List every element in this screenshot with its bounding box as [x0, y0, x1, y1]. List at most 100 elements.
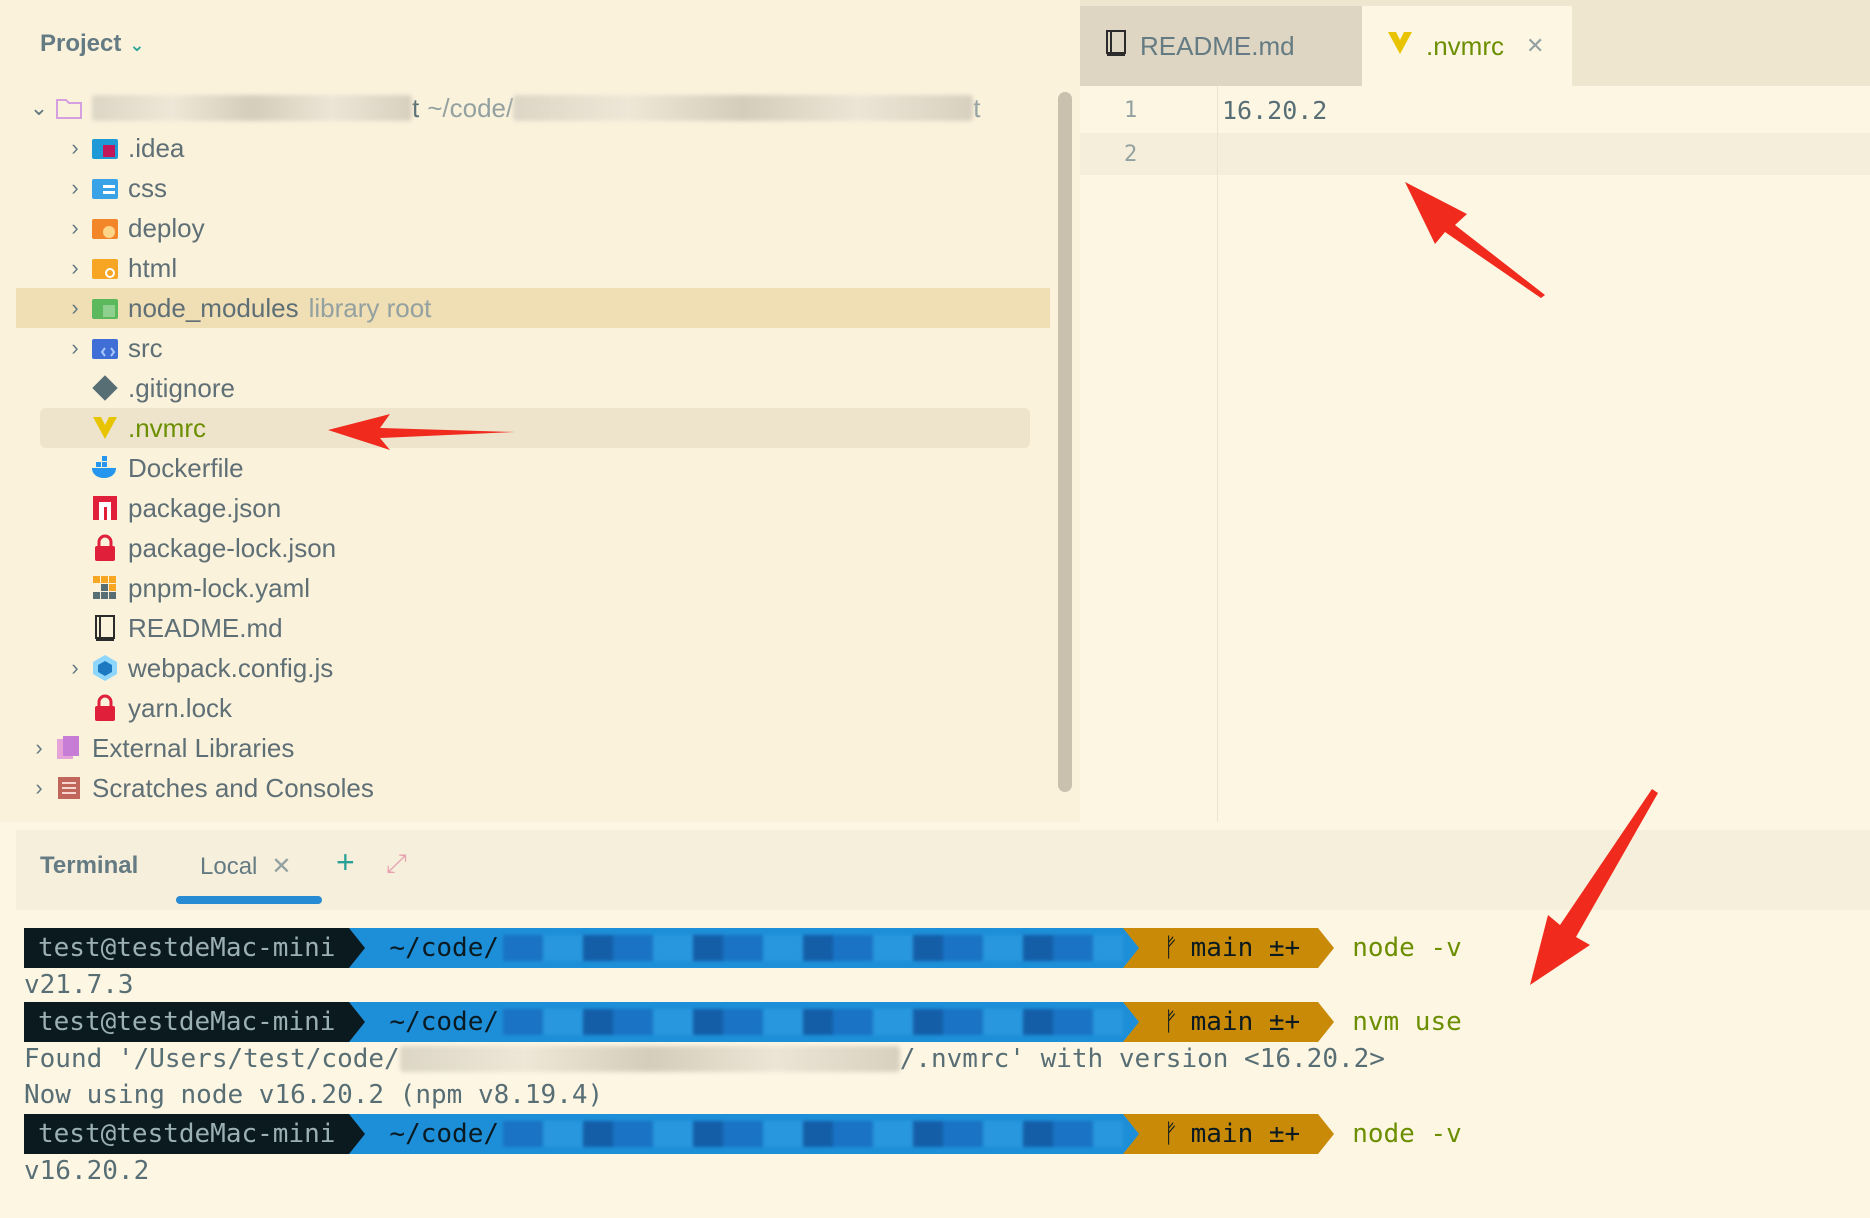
terminal-tab-local[interactable]: Local ✕: [200, 852, 291, 881]
tree-root[interactable]: ⌄ t ~/code/ t: [24, 88, 981, 128]
item-label: src: [128, 332, 163, 363]
item-label: package-lock.json: [128, 532, 337, 563]
tree-item-readme[interactable]: README.md: [90, 608, 283, 648]
project-header[interactable]: Project ⌄: [40, 30, 144, 58]
expand-icon[interactable]: ⤢: [386, 848, 407, 880]
item-label: Scratches and Consoles: [92, 772, 374, 803]
tree-item-pnpm-lock[interactable]: pnpm-lock.yaml: [90, 568, 310, 608]
path-text: ~/code/: [389, 1007, 499, 1037]
command-text: nvm use: [1352, 1007, 1462, 1037]
chevron-right-icon[interactable]: ›: [60, 655, 90, 681]
chevron-right-icon[interactable]: ›: [24, 735, 54, 761]
tree-scrollbar[interactable]: [1058, 92, 1072, 792]
terminal-prompt: test@testdeMac-mini ~/code/ ᚠ main ±+ nvm…: [24, 1002, 1462, 1042]
chevron-right-icon[interactable]: ›: [60, 175, 90, 201]
branch-text: main ±+: [1190, 933, 1301, 963]
tree-item-dockerfile[interactable]: Dockerfile: [90, 448, 244, 488]
docker-icon: [90, 453, 120, 483]
prompt-separator: [1318, 928, 1335, 968]
library-icon: [54, 733, 84, 763]
chevron-right-icon[interactable]: ›: [60, 215, 90, 241]
library-root-hint: library root: [308, 292, 432, 323]
tree-item-deploy[interactable]: › deploy: [60, 208, 205, 248]
tab-nvmrc[interactable]: .nvmrc ✕: [1362, 6, 1572, 86]
chevron-down-icon[interactable]: ⌄: [24, 95, 54, 121]
output-text: Found '/Users/test/code/: [24, 1044, 400, 1074]
npm-icon: [90, 493, 120, 523]
redacted-name: [92, 95, 412, 121]
tree-scratches[interactable]: › Scratches and Consoles: [24, 768, 374, 808]
path-text: ~/code/: [389, 933, 499, 963]
vue-icon: [1386, 30, 1414, 63]
root-tail: t: [412, 92, 420, 123]
root-path: ~/code/: [427, 92, 514, 123]
src-folder-icon: [90, 333, 120, 363]
terminal-output: v16.20.2: [24, 1156, 150, 1186]
item-label: deploy: [128, 212, 205, 243]
item-label: css: [128, 172, 167, 203]
idea-folder-icon: [90, 133, 120, 163]
chevron-right-icon[interactable]: ›: [60, 295, 90, 321]
tree-item-src[interactable]: › src: [60, 328, 163, 368]
terminal-prompt: test@testdeMac-mini ~/code/ ᚠ main ±+ nod…: [24, 928, 1462, 968]
item-label: package.json: [128, 492, 282, 523]
line-gutter: [1080, 86, 1218, 822]
tab-readme[interactable]: README.md: [1080, 6, 1362, 86]
chevron-right-icon[interactable]: ›: [24, 775, 54, 801]
tab-label: Local: [200, 853, 258, 880]
line-number: 2: [1124, 142, 1138, 167]
git-branch-icon: ᚠ: [1163, 933, 1179, 963]
tree-item-yarn-lock[interactable]: yarn.lock: [90, 688, 232, 728]
close-icon[interactable]: ✕: [1526, 33, 1544, 59]
item-label: yarn.lock: [128, 692, 233, 723]
chevron-right-icon[interactable]: ›: [60, 255, 90, 281]
tab-label: .nvmrc: [1426, 30, 1504, 61]
item-label: node_modules: [128, 292, 299, 323]
terminal-prompt: test@testdeMac-mini ~/code/ ᚠ main ±+ nod…: [24, 1114, 1462, 1154]
annotation-arrow-icon: [1530, 789, 1658, 985]
tree-item-html[interactable]: › html: [60, 248, 177, 288]
tree-item-nvmrc[interactable]: .nvmrc: [40, 408, 1030, 448]
editor-panel: README.md .nvmrc ✕ 1 2 16.20.2: [1080, 0, 1870, 822]
chevron-down-icon[interactable]: ⌄: [129, 35, 144, 55]
annotation-arrow-icon: [1405, 182, 1545, 298]
folder-icon: [54, 93, 84, 123]
tree-item-webpack[interactable]: › webpack.config.js: [60, 648, 333, 688]
prompt-separator: [349, 1002, 366, 1042]
redacted-path: [513, 95, 974, 121]
html-folder-icon: [90, 253, 120, 283]
chevron-right-icon[interactable]: ›: [60, 335, 90, 361]
terminal-output: v21.7.3: [24, 970, 134, 1000]
tree-item-gitignore[interactable]: .gitignore: [90, 368, 235, 408]
tree-external-libraries[interactable]: › External Libraries: [24, 728, 294, 768]
book-icon: [90, 613, 120, 643]
git-branch-icon: ᚠ: [1163, 1119, 1179, 1149]
item-label: webpack.config.js: [128, 652, 334, 683]
prompt-separator: [1123, 1114, 1139, 1154]
tab-label: README.md: [1140, 30, 1295, 61]
tree-item-package-json[interactable]: package.json: [90, 488, 281, 528]
prompt-separator: [349, 928, 366, 968]
close-icon[interactable]: ✕: [271, 853, 291, 880]
tree-item-package-lock[interactable]: package-lock.json: [90, 528, 336, 568]
redacted-path: [399, 1046, 900, 1072]
prompt-separator: [349, 1114, 366, 1154]
root-path-tail: t: [973, 92, 981, 123]
item-label: Dockerfile: [128, 452, 244, 483]
node-folder-icon: [90, 293, 120, 323]
add-tab-icon[interactable]: +: [336, 844, 355, 881]
prompt-separator: [1123, 928, 1139, 968]
prompt-path: ~/code/: [365, 1002, 1123, 1042]
redacted-path: [503, 935, 1123, 961]
tree-item-css[interactable]: › css: [60, 168, 167, 208]
prompt-separator: [1318, 1002, 1335, 1042]
terminal-output: Found '/Users/test/code/ /.nvmrc' with ve…: [24, 1044, 1385, 1074]
redacted-path: [503, 1121, 1123, 1147]
deploy-folder-icon: [90, 213, 120, 243]
chevron-right-icon[interactable]: ›: [60, 135, 90, 161]
book-icon: [1104, 29, 1128, 64]
tree-item-idea[interactable]: › .idea: [60, 128, 184, 168]
tree-item-node-modules[interactable]: › node_modules library root: [16, 288, 1050, 328]
code-line[interactable]: 16.20.2: [1222, 96, 1327, 125]
terminal-title: Terminal: [40, 852, 139, 879]
